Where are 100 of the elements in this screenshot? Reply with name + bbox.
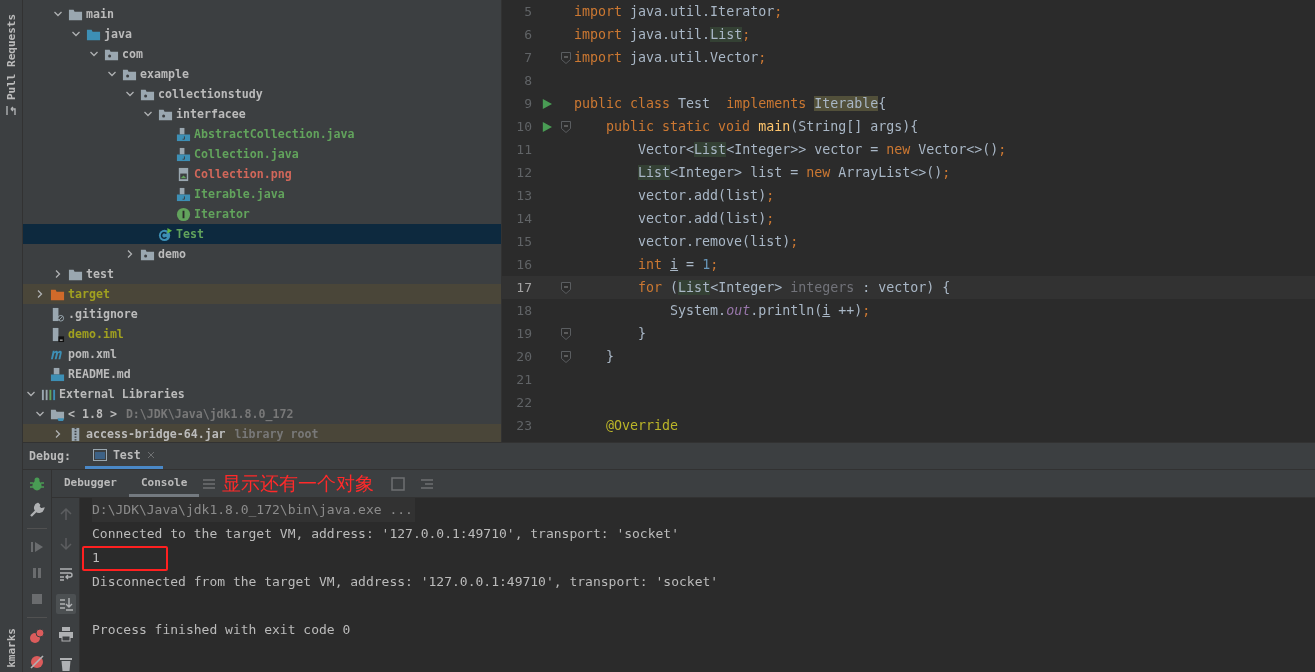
close-icon[interactable]: [146, 450, 155, 459]
file-name: main: [86, 7, 114, 21]
scroll-to-end-icon[interactable]: [57, 596, 74, 612]
tree-row[interactable]: Collection.java: [23, 144, 501, 164]
java-file-icon: [176, 186, 191, 202]
line-number: 7: [523, 50, 532, 65]
file-name: java: [104, 27, 132, 41]
code-line: int i = 1;: [637, 257, 719, 272]
tree-row[interactable]: demo.iml: [23, 324, 501, 344]
code-line: public static void main(String[] args){: [605, 119, 919, 134]
tree-row[interactable]: com: [23, 44, 501, 64]
chevron-right-icon[interactable]: [53, 429, 63, 439]
code-line: vector.remove(list);: [637, 234, 799, 249]
file-name: Iterable.java: [194, 187, 285, 201]
bug-icon[interactable]: [29, 476, 45, 492]
tree-row[interactable]: < 1.8 > D:\JDK\Java\jdk1.8.0_172: [23, 404, 501, 424]
trash-icon[interactable]: [57, 656, 74, 672]
file-name: Collection.png: [194, 167, 292, 181]
file-name: < 1.8 >: [68, 407, 117, 421]
tree-row[interactable]: access-bridge-64.jar library root: [23, 424, 501, 442]
file-name: demo.iml: [68, 327, 124, 341]
line-number: 10: [515, 119, 532, 134]
tree-row[interactable]: test: [23, 264, 501, 284]
code-line: public class Test implements Iterable{: [574, 96, 887, 111]
pull-requests-tab[interactable]: Pull Requests: [4, 0, 18, 117]
code-line: import java.util.List;: [574, 27, 751, 42]
fold-icon[interactable]: [561, 281, 571, 294]
file-name: External Libraries: [59, 387, 185, 401]
tree-row[interactable]: Collection.png: [23, 164, 501, 184]
fold-icon[interactable]: [561, 327, 571, 340]
chevron-right-icon[interactable]: [125, 249, 135, 259]
line-number: 22: [515, 395, 532, 410]
wrench-icon[interactable]: [29, 502, 45, 518]
tree-row[interactable]: README.md: [23, 364, 501, 384]
tree-row[interactable]: main: [23, 4, 501, 24]
tree-row[interactable]: interfacee: [23, 104, 501, 124]
tree-row[interactable]: target: [23, 284, 501, 304]
line-number: 13: [515, 188, 532, 203]
print-icon[interactable]: [57, 626, 74, 642]
bookmarks-tab[interactable]: kmarks: [4, 628, 18, 668]
panel-tab[interactable]: Debugger: [52, 470, 129, 497]
line-number: 23: [515, 418, 532, 433]
file-name: collectionstudy: [158, 87, 263, 101]
ignore-file-icon: [50, 306, 65, 322]
tree-row[interactable]: External Libraries: [23, 384, 501, 404]
tree-row[interactable]: Test: [23, 224, 501, 244]
pull-request-icon[interactable]: [5, 104, 17, 117]
line-number: 16: [515, 257, 532, 272]
line-number: 15: [515, 234, 532, 249]
module-file-icon: [50, 326, 65, 342]
line-number: 8: [523, 73, 532, 88]
line-number: 21: [515, 372, 532, 387]
file-name: pom.xml: [68, 347, 117, 361]
java-file-icon: [176, 146, 191, 162]
mute-breakpoints-icon[interactable]: [29, 654, 45, 670]
fold-icon[interactable]: [561, 120, 571, 133]
tree-row[interactable]: Iterator: [23, 204, 501, 224]
image-file-icon: [176, 166, 191, 182]
tree-row[interactable]: AbstractCollection.java: [23, 124, 501, 144]
console-window-icon: [92, 448, 107, 461]
soft-wrap-icon[interactable]: [57, 566, 74, 582]
line-number: 18: [515, 303, 532, 318]
breakpoints-icon[interactable]: [29, 628, 45, 644]
code-line: @Override: [605, 418, 679, 433]
file-name: Collection.java: [194, 147, 299, 161]
code-line: for (List<Integer> integers : vector) {: [637, 280, 951, 295]
code-line: }: [637, 326, 647, 341]
path-hint: library root: [234, 427, 319, 441]
file-name: Iterator: [194, 207, 250, 221]
line-number: 9: [523, 96, 532, 111]
fold-icon[interactable]: [561, 51, 571, 64]
file-name: Test: [176, 227, 204, 241]
tree-row[interactable]: .gitignore: [23, 304, 501, 324]
class-icon: [158, 226, 173, 242]
line-number: 12: [515, 165, 532, 180]
markdown-file-icon: [50, 366, 65, 382]
tree-row[interactable]: java: [23, 24, 501, 44]
line-number: 17: [515, 280, 532, 295]
file-name: interfacee: [176, 107, 246, 121]
tree-row[interactable]: collectionstudy: [23, 84, 501, 104]
code-line: import java.util.Vector;: [574, 50, 767, 65]
console-line: 1: [92, 549, 100, 567]
line-number: 6: [523, 27, 532, 42]
tree-row[interactable]: Iterable.java: [23, 184, 501, 204]
code-line: import java.util.Iterator;: [574, 4, 783, 19]
file-name: README.md: [68, 367, 131, 381]
java-file-icon: [176, 126, 191, 142]
console-line: Disconnected from the target VM, address: '127.0.0.1:49710', transport: 'socket': [92, 573, 719, 591]
tree-row[interactable]: example: [23, 64, 501, 84]
run-icon[interactable]: [542, 120, 552, 133]
file-name: test: [86, 267, 114, 281]
annotation-text: 显示还有一个对象: [222, 471, 374, 496]
run-icon[interactable]: [542, 97, 552, 110]
fold-icon[interactable]: [561, 350, 571, 363]
line-number: 19: [515, 326, 532, 341]
code-line: System.out.println(i ++);: [669, 303, 871, 318]
file-name: access-bridge-64.jar: [86, 427, 226, 441]
tree-row[interactable]: demo: [23, 244, 501, 264]
tree-row[interactable]: pom.xml: [23, 344, 501, 364]
file-name: target: [68, 287, 110, 301]
